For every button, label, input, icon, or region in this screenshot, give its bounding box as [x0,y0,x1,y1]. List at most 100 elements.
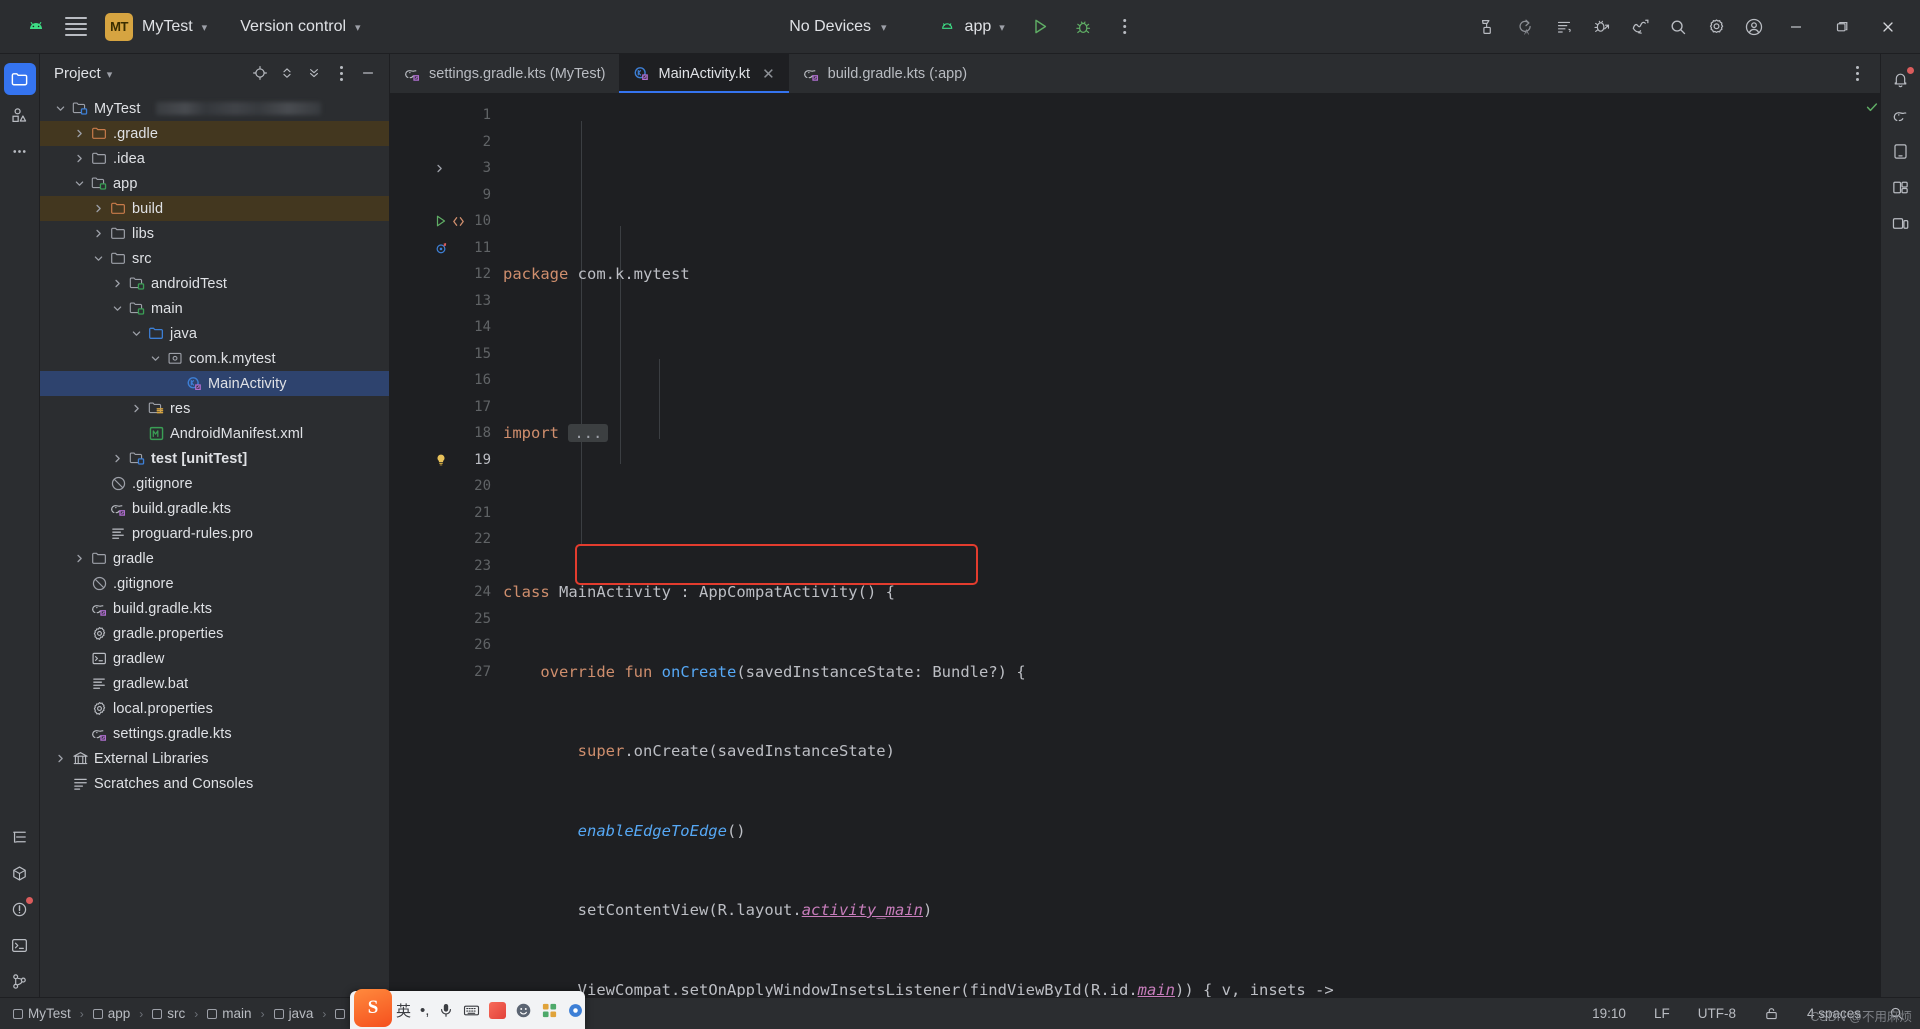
version-control-selector[interactable]: Version control ▾ [229,12,371,42]
chevron-down-icon[interactable] [111,302,124,315]
gutter-marks[interactable] [434,214,466,229]
chevron-down-icon[interactable] [149,352,162,365]
gutter-marks[interactable] [434,163,445,174]
tree-item-proguard-rules-pro[interactable]: proguard-rules.pro [40,521,389,546]
tree-item-com-k-mytest[interactable]: com.k.mytest [40,346,389,371]
chevron-down-icon[interactable] [73,177,86,190]
tree-item-libs[interactable]: libs [40,221,389,246]
tree-item-test-unittest[interactable]: test [unitTest] [40,446,389,471]
sidebar-item-running-devices[interactable] [1885,207,1917,239]
tree-item-local-properties[interactable]: local.properties [40,696,389,721]
breadcrumb-item-app[interactable]: app [88,1004,136,1023]
gutter-line[interactable]: 20 [390,473,495,500]
gutter-line[interactable]: 25 [390,606,495,633]
tree-item-app[interactable]: app [40,171,389,196]
tree-item-androidmanifest-xml[interactable]: AndroidManifest.xml [40,421,389,446]
tree-item-gradle[interactable]: .gradle [40,121,389,146]
chevron-down-icon[interactable] [54,102,67,115]
editor-tab-options[interactable] [1844,54,1880,93]
expand-collapse-icon[interactable] [274,60,300,86]
chevron-down-icon[interactable]: ▾ [107,68,113,81]
sidebar-item-device-manager[interactable] [1885,135,1917,167]
tree-item-gitignore[interactable]: .gitignore [40,571,389,596]
gutter-line[interactable]: 19 [390,447,495,474]
tree-item-androidtest[interactable]: androidTest [40,271,389,296]
folded-imports[interactable]: ... [568,424,609,442]
close-window-button[interactable] [1866,7,1910,47]
sidebar-item-commit[interactable] [4,99,36,131]
gutter-line[interactable]: 1 [390,102,495,129]
code-content[interactable]: package com.k.mytest import ... class Ma… [495,94,1864,997]
sidebar-item-version-control[interactable] [4,965,36,997]
tree-item-scratches-and-consoles[interactable]: Scratches and Consoles [40,771,389,796]
chevron-right-icon[interactable] [92,202,105,215]
breadcrumb-item-java[interactable]: java [269,1004,319,1023]
tree-item-gradle-properties[interactable]: gradle.properties [40,621,389,646]
gutter-marks[interactable] [434,241,448,255]
settings-icon[interactable] [1698,9,1734,45]
tree-item-build[interactable]: build [40,196,389,221]
keyboard-icon[interactable] [463,1002,480,1019]
gutter-line[interactable]: 2 [390,129,495,156]
encoding[interactable]: UTF-8 [1692,1004,1742,1023]
gutter-line[interactable]: 13 [390,288,495,315]
chevron-right-icon[interactable] [73,152,86,165]
collapse-all-icon[interactable] [301,60,327,86]
chevron-right-icon[interactable] [111,452,124,465]
make-project-icon[interactable] [1470,9,1506,45]
gutter-line[interactable]: 21 [390,500,495,527]
sidebar-item-problems[interactable] [4,893,36,925]
gutter-line[interactable]: 9 [390,182,495,209]
minimize-window-button[interactable] [1774,7,1818,47]
run-button[interactable] [1023,9,1059,45]
editor-gutter[interactable]: 1 2 3 9 10 11 12 13 14 15 16 17 18 19 20 21 22 23 24 25 26 27 [390,94,495,997]
gutter-line[interactable]: 14 [390,314,495,341]
sidebar-item-build[interactable] [4,857,36,889]
apply-changes-icon[interactable]: A [1508,9,1544,45]
search-everywhere-icon[interactable] [1660,9,1696,45]
profiler-icon[interactable] [1622,9,1658,45]
more-actions-icon[interactable] [1107,9,1143,45]
microphone-icon[interactable] [438,1002,454,1018]
minimize-icon[interactable] [355,60,381,86]
gutter-line[interactable]: 3 [390,155,495,182]
attach-debugger-icon[interactable] [1584,9,1620,45]
breadcrumb[interactable]: MyTest›app›src›main›java›com [8,1004,381,1023]
inspection-widget-strip[interactable] [1864,94,1880,997]
chevron-right-icon[interactable] [73,552,86,565]
chevron-down-icon[interactable] [130,327,143,340]
gutter-line[interactable]: 24 [390,579,495,606]
breadcrumb-item-main[interactable]: main [202,1004,256,1023]
lock-open-icon[interactable] [1758,1004,1785,1023]
gutter-line[interactable]: 22 [390,526,495,553]
sidebar-item-resource-manager[interactable] [1885,171,1917,203]
gutter-line[interactable]: 23 [390,553,495,580]
apps-icon[interactable] [541,1002,558,1019]
editor-tab-mainactivity[interactable]: MainActivity.kt ✕ [619,54,789,93]
gutter-line[interactable]: 10 [390,208,495,235]
tree-item-settings-gradle-kts[interactable]: settings.gradle.kts [40,721,389,746]
crosshair-icon[interactable] [247,60,273,86]
gutter-line[interactable]: 18 [390,420,495,447]
tree-item-main[interactable]: main [40,296,389,321]
tree-item-gradlew-bat[interactable]: gradlew.bat [40,671,389,696]
caret-position[interactable]: 19:10 [1586,1004,1632,1023]
gutter-line[interactable]: 26 [390,632,495,659]
chevron-down-icon[interactable] [92,252,105,265]
tree-item-build-gradle-kts[interactable]: build.gradle.kts [40,596,389,621]
sidebar-item-project[interactable] [3,63,36,95]
device-selector[interactable]: No Devices ▾ [777,12,898,42]
run-configuration-selector[interactable]: app ▾ [927,12,1017,42]
tree-item-res[interactable]: res [40,396,389,421]
tree-item-mainactivity[interactable]: MainActivity [40,371,389,396]
sidebar-item-terminal[interactable] [4,929,36,961]
logcat-icon[interactable] [1546,9,1582,45]
chevron-right-icon[interactable] [73,127,86,140]
maximize-window-button[interactable] [1820,7,1864,47]
gutter-line[interactable]: 16 [390,367,495,394]
editor-tab-build[interactable]: build.gradle.kts (:app) [789,54,981,93]
line-separator[interactable]: LF [1648,1004,1676,1023]
tree-item-gradlew[interactable]: gradlew [40,646,389,671]
kebab-icon[interactable] [328,60,354,86]
gutter-line[interactable]: 27 [390,659,495,686]
